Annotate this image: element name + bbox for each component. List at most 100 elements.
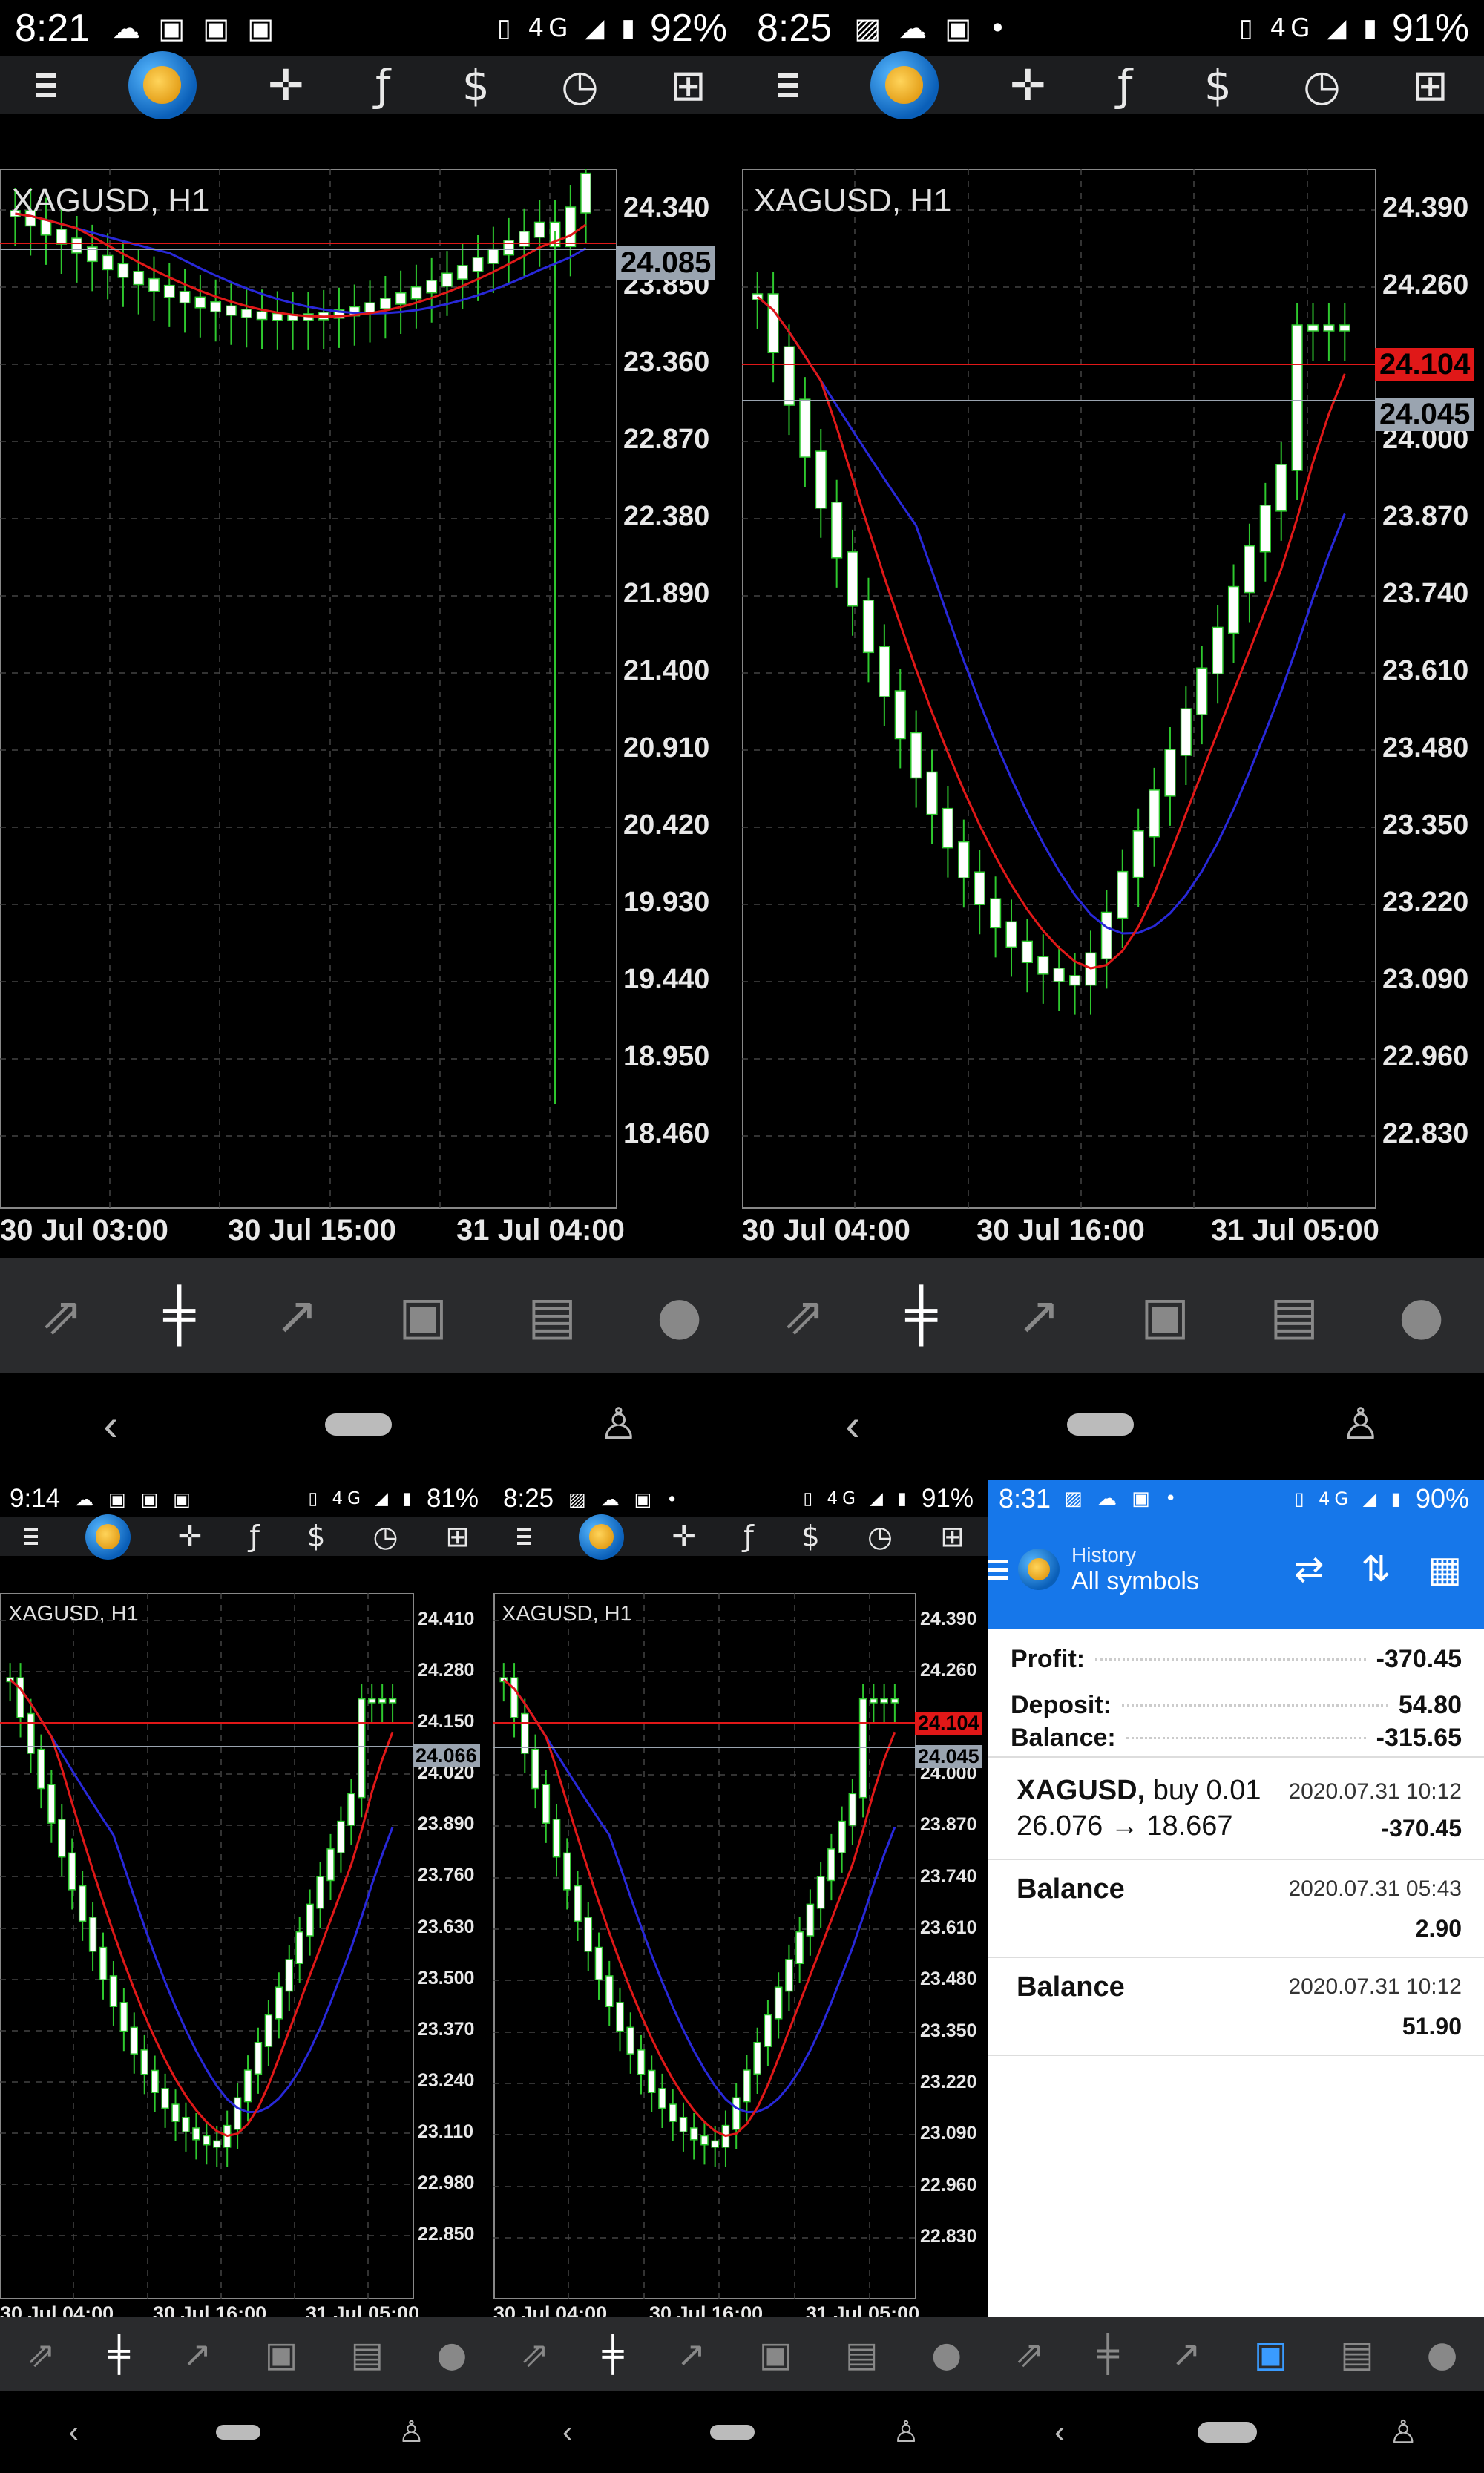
accessibility-icon[interactable]: ♙ bbox=[398, 2415, 424, 2449]
crosshair-icon[interactable]: ✛ bbox=[178, 1520, 203, 1554]
system-nav-bar: ‹ ♙ bbox=[742, 1373, 1484, 1477]
candle-body bbox=[1005, 921, 1017, 948]
currency-icon[interactable]: $ bbox=[801, 1520, 820, 1554]
crosshair-icon[interactable]: ✛ bbox=[672, 1520, 696, 1554]
trade-icon[interactable]: ↗ bbox=[677, 2334, 706, 2375]
chart-icon[interactable]: ╪ bbox=[905, 1285, 936, 1346]
clock-icon[interactable]: ◷ bbox=[1303, 60, 1341, 111]
back-icon[interactable]: ‹ bbox=[562, 2416, 572, 2449]
back-icon[interactable]: ‹ bbox=[845, 1399, 860, 1451]
history-icon[interactable]: ▣ bbox=[398, 1285, 447, 1346]
trade-icon[interactable]: ↗ bbox=[275, 1285, 318, 1346]
sort-icon[interactable]: ⇅ bbox=[1361, 1549, 1391, 1590]
news-icon[interactable]: ▤ bbox=[1270, 1285, 1319, 1346]
news-icon[interactable]: ▤ bbox=[845, 2334, 878, 2375]
quotes-icon[interactable]: ⇗ bbox=[27, 2334, 56, 2375]
menu-icon[interactable] bbox=[517, 1528, 532, 1545]
currency-icon[interactable]: $ bbox=[462, 60, 490, 111]
summary-balance-row: Balance: -315.65 bbox=[988, 1724, 1484, 1753]
chat-icon[interactable]: ● bbox=[1399, 1285, 1444, 1346]
clock-icon[interactable]: ◷ bbox=[372, 1520, 398, 1554]
back-icon[interactable]: ‹ bbox=[103, 1399, 118, 1451]
function-icon[interactable]: ƒ bbox=[1117, 60, 1132, 111]
menu-icon[interactable] bbox=[23, 1528, 38, 1545]
menu-icon[interactable] bbox=[778, 73, 799, 97]
accessibility-icon[interactable]: ♙ bbox=[1341, 1399, 1381, 1451]
function-icon[interactable]: ƒ bbox=[375, 60, 390, 111]
deal-row[interactable]: Balance 2020.07.31 10:12 51.90 bbox=[988, 1958, 1484, 2056]
trade-icon[interactable]: ↗ bbox=[1172, 2334, 1201, 2375]
symbol-filter[interactable]: All symbols bbox=[1071, 1567, 1199, 1596]
clock-icon[interactable]: ◷ bbox=[867, 1520, 893, 1554]
clock-icon[interactable]: ◷ bbox=[561, 60, 599, 111]
chart-symbol-label: XAGUSD, H1 bbox=[12, 183, 210, 219]
history-icon[interactable]: ▣ bbox=[759, 2334, 792, 2375]
candle-body bbox=[679, 2116, 688, 2132]
function-icon[interactable]: ƒ bbox=[249, 1520, 260, 1554]
candle-body bbox=[1307, 324, 1319, 332]
home-pill[interactable] bbox=[1067, 1413, 1135, 1436]
accessibility-icon[interactable]: ♙ bbox=[893, 2415, 919, 2449]
menu-icon[interactable] bbox=[36, 73, 57, 97]
home-pill[interactable] bbox=[710, 2425, 755, 2440]
quotes-icon[interactable]: ⇗ bbox=[520, 2334, 549, 2375]
chart-icon[interactable]: ╪ bbox=[108, 2334, 129, 2375]
candle-body bbox=[847, 551, 858, 607]
history-icon[interactable]: ▣ bbox=[1140, 1285, 1189, 1346]
new-order-icon[interactable]: ⊞ bbox=[445, 1520, 470, 1554]
function-icon[interactable]: ƒ bbox=[743, 1520, 754, 1554]
chart-area[interactable]: XAGUSD, H1 24.410 24.280 24.150 24.020 23.890… bbox=[0, 1593, 493, 2334]
candle-body bbox=[240, 309, 252, 318]
calendar-icon[interactable]: ▦ bbox=[1428, 1549, 1462, 1590]
menu-icon[interactable] bbox=[988, 1559, 1008, 1580]
home-pill[interactable] bbox=[1197, 2422, 1257, 2443]
history-icon[interactable]: ▣ bbox=[1254, 2334, 1287, 2375]
back-icon[interactable]: ‹ bbox=[69, 2416, 79, 2449]
price-chart[interactable] bbox=[742, 169, 1484, 1260]
price-chart[interactable] bbox=[493, 1593, 988, 2334]
accessibility-icon[interactable]: ♙ bbox=[599, 1399, 639, 1451]
chart-area[interactable]: XAGUSD, H124.39024.26024.13024.00023.870… bbox=[493, 1593, 988, 2334]
news-icon[interactable]: ▤ bbox=[528, 1285, 577, 1346]
chat-icon[interactable]: ● bbox=[931, 2334, 962, 2375]
currency-icon[interactable]: $ bbox=[1204, 60, 1232, 111]
new-order-icon[interactable]: ⊞ bbox=[940, 1520, 965, 1554]
new-order-icon[interactable]: ⊞ bbox=[1412, 60, 1448, 111]
price-axis-label: 23.740 bbox=[1382, 578, 1469, 609]
quotes-icon[interactable]: ⇗ bbox=[782, 1285, 826, 1346]
candle-body bbox=[378, 1698, 387, 1704]
chart-area[interactable]: XAGUSD, H1 24.340 23.850 23.360 22.870 22.380… bbox=[0, 169, 742, 1260]
chart-area[interactable]: XAGUSD, H124.39024.26024.13024.00023.870… bbox=[742, 169, 1484, 1260]
chat-icon[interactable]: ● bbox=[1427, 2334, 1458, 2375]
price-axis-label: 23.350 bbox=[920, 2020, 977, 2041]
accessibility-icon[interactable]: ♙ bbox=[1389, 2414, 1418, 2451]
deal-row[interactable]: XAGUSD, buy 0.01 26.076 → 18.667 2020.07… bbox=[988, 1766, 1484, 1860]
price-chart[interactable] bbox=[0, 169, 742, 1260]
back-icon[interactable]: ‹ bbox=[1054, 2414, 1066, 2451]
chart-icon[interactable]: ╪ bbox=[603, 2334, 623, 2375]
news-icon[interactable]: ▤ bbox=[351, 2334, 384, 2375]
price-chart[interactable] bbox=[0, 1593, 493, 2334]
history-icon[interactable]: ▣ bbox=[265, 2334, 298, 2375]
price-axis-label: 23.220 bbox=[920, 2072, 977, 2092]
home-pill[interactable] bbox=[216, 2425, 261, 2440]
crosshair-icon[interactable]: ✛ bbox=[268, 60, 304, 111]
news-icon[interactable]: ▤ bbox=[1340, 2334, 1373, 2375]
quotes-icon[interactable]: ⇗ bbox=[40, 1285, 84, 1346]
new-order-icon[interactable]: ⊞ bbox=[670, 60, 706, 111]
home-pill[interactable] bbox=[325, 1413, 393, 1436]
chart-icon[interactable]: ╪ bbox=[163, 1285, 194, 1346]
currency-icon[interactable]: $ bbox=[307, 1520, 326, 1554]
trade-icon[interactable]: ↗ bbox=[183, 2334, 211, 2375]
deal-row[interactable]: Balance 2020.07.31 05:43 2.90 bbox=[988, 1860, 1484, 1958]
candle-body bbox=[364, 302, 375, 314]
chart-icon[interactable]: ╪ bbox=[1097, 2334, 1119, 2375]
candle-body bbox=[626, 2026, 635, 2055]
currency-filter-icon[interactable]: ⇄ bbox=[1294, 1549, 1324, 1590]
crosshair-icon[interactable]: ✛ bbox=[1010, 60, 1046, 111]
chat-icon[interactable]: ● bbox=[657, 1285, 702, 1346]
candle-body bbox=[533, 221, 545, 238]
chat-icon[interactable]: ● bbox=[436, 2334, 467, 2375]
quotes-icon[interactable]: ⇗ bbox=[1015, 2334, 1045, 2375]
trade-icon[interactable]: ↗ bbox=[1017, 1285, 1060, 1346]
